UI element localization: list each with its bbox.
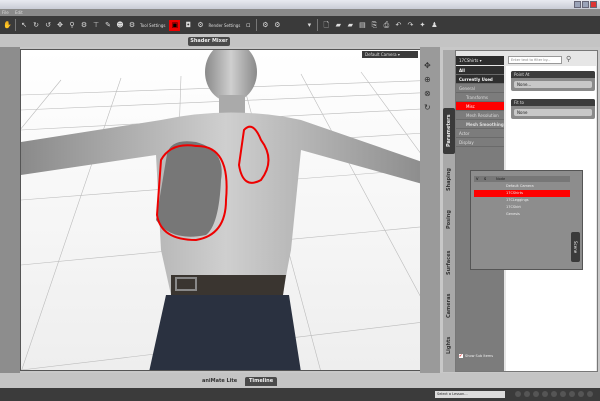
lesson-step[interactable]: [569, 391, 575, 397]
left-gutter: [0, 47, 20, 373]
lesson-step[interactable]: [542, 391, 548, 397]
merge-icon[interactable]: ▰: [346, 21, 354, 29]
category-transforms[interactable]: Transforms: [456, 93, 504, 102]
lesson-step[interactable]: [560, 391, 566, 397]
category-misc[interactable]: Misc: [456, 102, 504, 111]
undo-icon[interactable]: ↶: [394, 21, 402, 29]
scripts-icon[interactable]: ⚙: [261, 21, 269, 29]
category-display[interactable]: Display: [456, 138, 504, 147]
twist-icon[interactable]: ↺: [44, 21, 52, 29]
orbit-icon[interactable]: ✥: [424, 61, 431, 70]
rotate-icon[interactable]: ↻: [32, 21, 40, 29]
category-currently-used[interactable]: Currently Used: [456, 75, 504, 84]
lesson-step[interactable]: [551, 391, 557, 397]
rotate-view-icon[interactable]: ↻: [424, 103, 431, 112]
maximize-button[interactable]: [582, 1, 589, 8]
lesson-step[interactable]: [578, 391, 584, 397]
scene-row-selected[interactable]: 17CShirts: [474, 190, 570, 197]
tab-cameras[interactable]: Cameras: [443, 286, 455, 326]
minimize-button[interactable]: [574, 1, 581, 8]
title-bar: [0, 0, 600, 9]
side-tabs: Parameters Shaping Posing Surfaces Camer…: [443, 50, 455, 372]
joint-icon[interactable]: ⚲: [68, 21, 76, 29]
redo-icon[interactable]: ↷: [406, 21, 414, 29]
main-toolbar: ✋ ↖ ↻ ↺ ✥ ⚲ ⚙ ⊤ ✎ ☻ ⚙ Tool Settings ▣ ◘ …: [0, 16, 600, 34]
check-icon: ✔: [459, 353, 463, 358]
surface-icon[interactable]: ✎: [104, 21, 112, 29]
tab-animate-lite[interactable]: aniMate Lite: [198, 377, 241, 386]
scene-render: [21, 50, 439, 370]
tool-settings-icon[interactable]: ⚙: [128, 21, 136, 29]
point-at-property: Point At None...: [511, 71, 595, 91]
export-icon[interactable]: ⎙: [382, 21, 390, 29]
tab-surfaces[interactable]: Surfaces: [443, 242, 455, 284]
fit-to-property: Fit to None: [511, 99, 595, 119]
camera-select[interactable]: Default Camera ▾: [362, 51, 418, 58]
tab-timeline[interactable]: Timeline: [245, 377, 278, 386]
menu-file[interactable]: File: [2, 10, 9, 15]
tab-lights[interactable]: Lights: [443, 328, 455, 362]
lesson-select[interactable]: Select a Lesson...: [435, 391, 505, 398]
lesson-step[interactable]: [533, 391, 539, 397]
render-settings-button[interactable]: Render Settings: [208, 23, 240, 28]
dropdown-icon[interactable]: ▾: [305, 21, 313, 29]
filter-input[interactable]: Enter text to filter by...: [508, 56, 562, 64]
help-icon[interactable]: ✦: [418, 21, 426, 29]
col-visible: V: [476, 177, 479, 181]
search-icon[interactable]: ⚲: [566, 55, 571, 63]
tab-posing[interactable]: Posing: [443, 200, 455, 240]
save-icon[interactable]: ▤: [358, 21, 366, 29]
lesson-step[interactable]: [587, 391, 593, 397]
node-icon[interactable]: ⚙: [80, 21, 88, 29]
point-at-select[interactable]: None...: [514, 81, 592, 88]
menu-bar: File Edit: [0, 9, 600, 16]
import-icon[interactable]: ⎘: [370, 21, 378, 29]
node-select[interactable]: 17CShirts ▾: [456, 56, 504, 65]
tool-settings-button[interactable]: Tool Settings: [140, 23, 165, 28]
hand-icon[interactable]: ✋: [3, 21, 12, 29]
render-icon[interactable]: ▣: [169, 19, 181, 31]
lesson-step[interactable]: [524, 391, 530, 397]
pin-icon[interactable]: ⊤: [92, 21, 100, 29]
fit-to-select[interactable]: None: [514, 109, 592, 116]
scene-header: Node: [474, 176, 570, 182]
tab-scene[interactable]: Scene: [571, 232, 580, 262]
camera-icon[interactable]: ◘: [184, 21, 192, 29]
property-label: Fit to: [511, 99, 595, 106]
shader-strip: [0, 34, 600, 47]
figure-tool-icon[interactable]: ♟: [430, 21, 438, 29]
render-settings-icon[interactable]: ⚙: [196, 21, 204, 29]
category-general[interactable]: General: [456, 84, 504, 93]
move-icon[interactable]: ✥: [56, 21, 64, 29]
open-icon[interactable]: ▰: [334, 21, 342, 29]
zoom-icon[interactable]: ⊕: [424, 75, 431, 84]
col-selectable: S: [484, 177, 487, 181]
spot-render-icon[interactable]: ▫: [244, 21, 252, 29]
scene-row[interactable]: 17CSkirt: [474, 204, 570, 211]
pan-icon[interactable]: ⊗: [424, 89, 431, 98]
category-mesh-smoothing[interactable]: Mesh Smoothing: [456, 120, 504, 129]
status-bar: [0, 388, 600, 401]
scene-row[interactable]: 17CLeggings: [474, 197, 570, 204]
scene-row[interactable]: Genesis: [474, 211, 570, 218]
category-actor[interactable]: Actor: [456, 129, 504, 138]
close-button[interactable]: [590, 1, 597, 8]
3d-viewport[interactable]: [20, 49, 440, 371]
figure-icon[interactable]: ☻: [116, 21, 124, 29]
tab-parameters[interactable]: Parameters: [443, 108, 455, 154]
new-file-icon[interactable]: 🗋: [322, 21, 330, 29]
settings-icon[interactable]: ⚙: [273, 21, 281, 29]
category-mesh-resolution[interactable]: Mesh Resolution: [456, 111, 504, 120]
show-sub-items-checkbox[interactable]: ✔ Show Sub Items: [459, 354, 493, 358]
shader-mixer-tab[interactable]: Shader Mixer: [188, 37, 230, 46]
menu-edit[interactable]: Edit: [15, 10, 23, 15]
scene-row[interactable]: Default Camera: [474, 183, 570, 190]
bottom-tab-strip: [0, 373, 600, 388]
viewport-tools: ✥ ⊕ ⊗ ↻: [420, 47, 440, 373]
lesson-step[interactable]: [515, 391, 521, 397]
category-all[interactable]: All: [456, 66, 504, 75]
select-icon[interactable]: ↖: [20, 21, 28, 29]
tab-shaping[interactable]: Shaping: [443, 160, 455, 200]
property-label: Point At: [511, 71, 595, 78]
